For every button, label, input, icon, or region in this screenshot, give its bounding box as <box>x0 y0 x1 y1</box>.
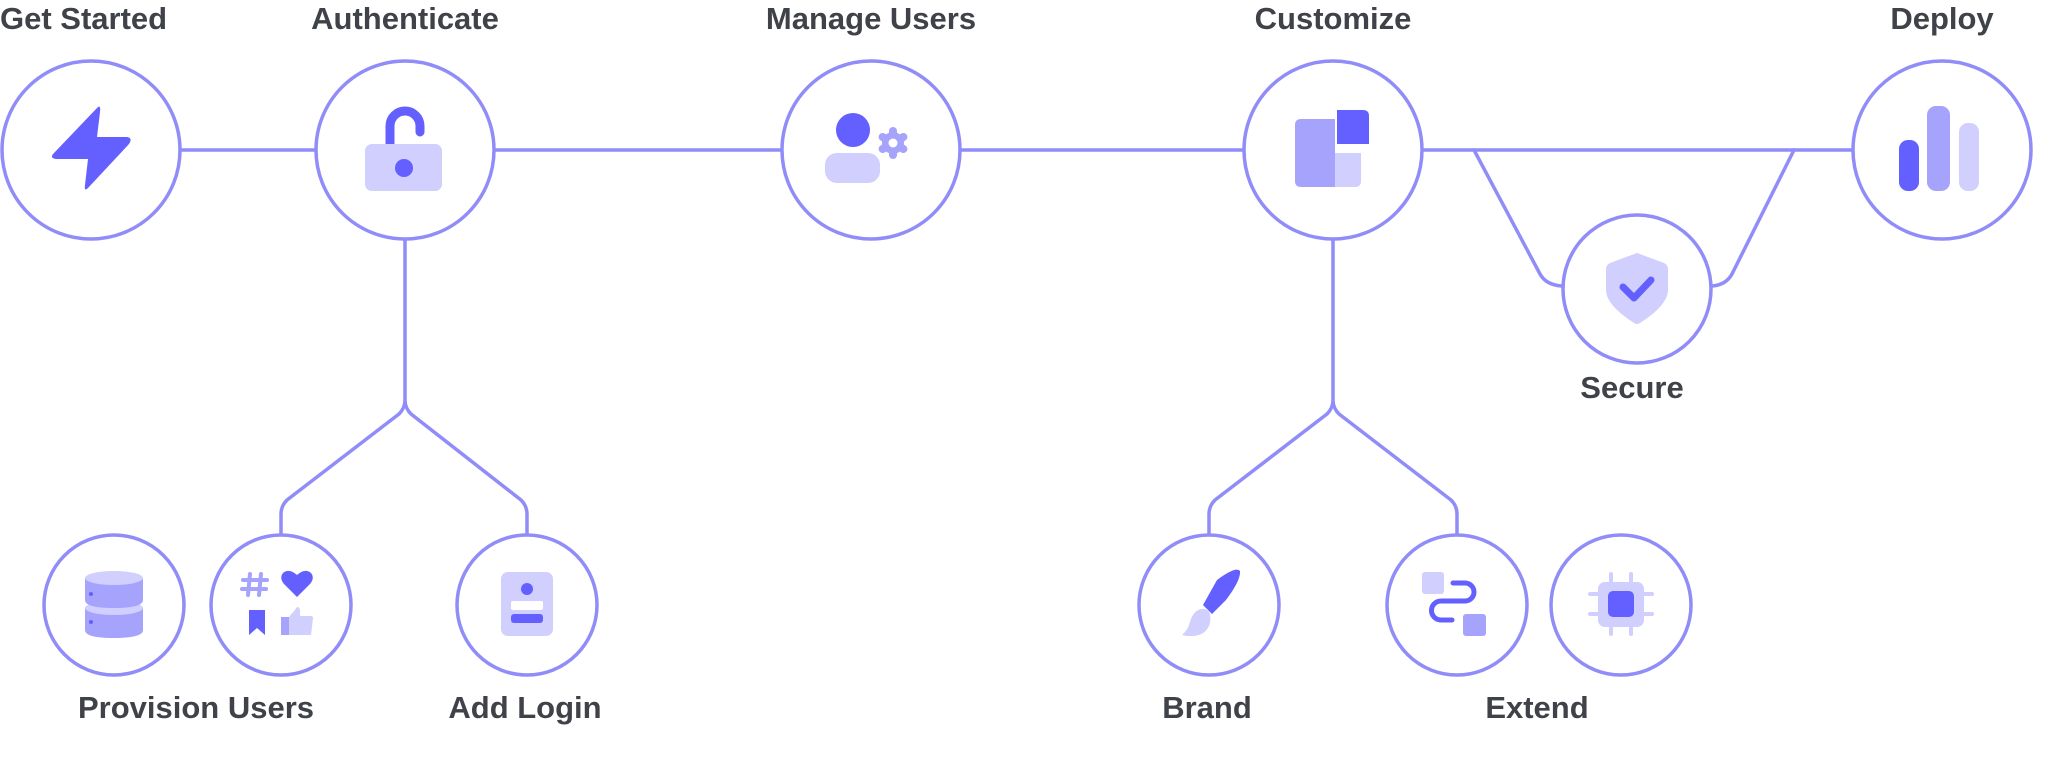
step-manage-users[interactable]: Manage Users <box>766 1 976 241</box>
step-authenticate[interactable]: Authenticate <box>311 1 499 241</box>
branch-label: Extend <box>1485 690 1588 725</box>
branch-provision-users[interactable]: Provision Users <box>42 533 353 725</box>
step-deploy[interactable]: Deploy <box>1851 1 2033 241</box>
customize-branch-line <box>1207 238 1459 538</box>
step-label: Manage Users <box>766 1 976 36</box>
branch-label: Add Login <box>448 690 601 725</box>
branch-brand[interactable]: Brand <box>1137 533 1281 725</box>
step-label: Authenticate <box>311 1 499 36</box>
login-form-icon <box>501 572 553 636</box>
flow-diagram: Get Started Authenticate Manage Users Cu… <box>0 1 2033 725</box>
step-label: Get Started <box>0 1 167 36</box>
authenticate-branch-line <box>279 238 529 538</box>
database-icon <box>85 571 143 638</box>
branch-label: Secure <box>1580 370 1683 405</box>
branch-extend[interactable]: Extend <box>1385 533 1693 725</box>
branch-circle[interactable] <box>1385 533 1529 677</box>
branch-add-login[interactable]: Add Login <box>448 533 602 725</box>
step-label: Customize <box>1255 1 1412 36</box>
step-circle[interactable] <box>780 59 962 241</box>
branch-circle[interactable] <box>209 533 353 677</box>
branch-label: Provision Users <box>78 690 314 725</box>
step-get-started[interactable]: Get Started <box>0 1 182 241</box>
branch-label: Brand <box>1162 690 1252 725</box>
step-label: Deploy <box>1890 1 1994 36</box>
branch-secure[interactable]: Secure <box>1561 213 1713 405</box>
step-customize[interactable]: Customize <box>1242 1 1424 241</box>
